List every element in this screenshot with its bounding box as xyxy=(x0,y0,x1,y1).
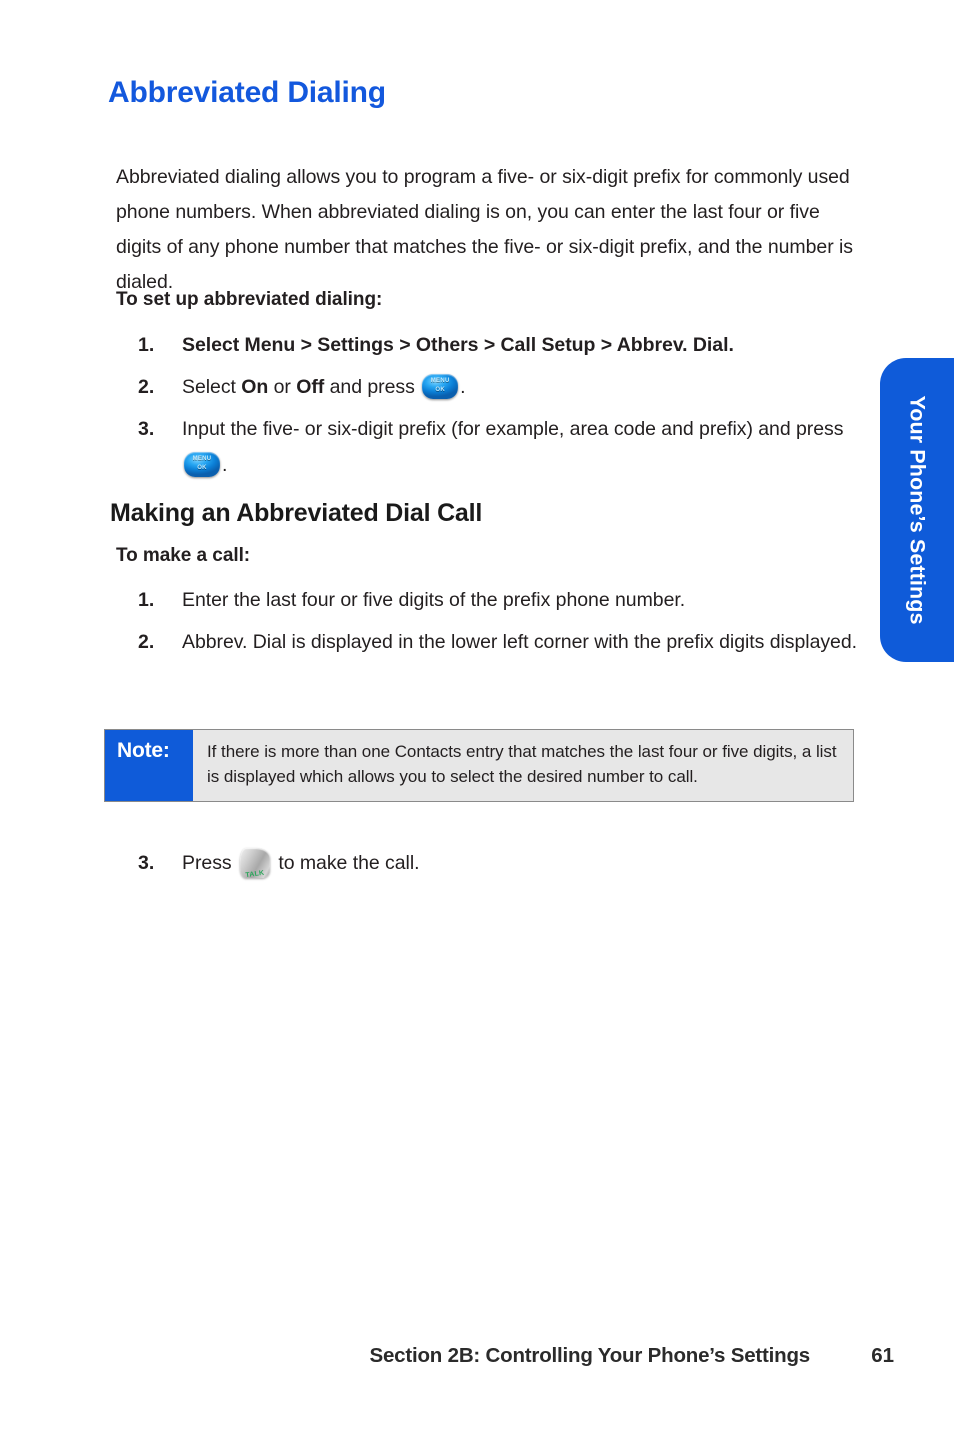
makecall-lead-text: To make a call: xyxy=(116,545,251,566)
page-title: Abbreviated Dialing xyxy=(108,76,386,109)
menu-ok-key-line1: MENU xyxy=(430,378,450,384)
list-item-text: Press TALK to make the call. xyxy=(182,845,878,881)
list-item-number: 3. xyxy=(138,852,155,874)
list-item: 1. Select Menu > Settings > Others > Cal… xyxy=(138,327,878,363)
text-fragment: to make the call. xyxy=(272,852,420,874)
text-fragment: . xyxy=(222,454,228,476)
menu-ok-key-line2: OK xyxy=(435,387,445,393)
list-item-number: 2. xyxy=(138,631,155,653)
intro-paragraph: Abbreviated dialing allows you to progra… xyxy=(116,165,853,293)
side-tab-label: Your Phone’s Settings xyxy=(905,395,930,625)
text-fragment: or xyxy=(268,376,297,398)
section-side-tab: Your Phone’s Settings xyxy=(880,358,954,662)
menu-ok-key-icon: MENU OK xyxy=(184,452,220,477)
list-item-text: Input the five- or six-digit prefix (for… xyxy=(182,411,878,483)
list-item-number: 1. xyxy=(138,589,155,611)
list-item-number: 3. xyxy=(138,418,155,440)
text-fragment: and press xyxy=(324,376,421,398)
section-subheading: Making an Abbreviated Dial Call xyxy=(110,499,483,527)
list-item-text: Abbrev. Dial is displayed in the lower l… xyxy=(182,631,858,653)
list-item: 2. Select On or Off and press MENU OK. xyxy=(138,369,878,405)
text-fragment: . xyxy=(460,376,466,398)
list-item-number: 2. xyxy=(138,376,155,398)
page-content: Abbreviated Dialing Abbreviated dialing … xyxy=(0,0,894,1431)
setup-steps-list: 1. Select Menu > Settings > Others > Cal… xyxy=(138,327,878,489)
option-off-label: Off xyxy=(296,376,325,398)
menu-ok-key-icon: MENU OK xyxy=(422,374,459,399)
note-label: Note: xyxy=(117,739,170,762)
makecall-steps-list: 1. Enter the last four or five digits of… xyxy=(138,582,878,666)
note-callout: Note: If there is more than one Contacts… xyxy=(104,729,854,802)
list-item-number: 1. xyxy=(138,334,155,356)
text-fragment: Select xyxy=(182,376,242,398)
list-item: 3. Press TALK to make the call. xyxy=(138,845,878,881)
talk-key-icon: TALK xyxy=(239,848,270,879)
list-item-text: Enter the last four or five digits of th… xyxy=(182,589,686,611)
makecall-step3-list: 3. Press TALK to make the call. xyxy=(138,845,878,887)
list-item-text: Select Menu > Settings > Others > Call S… xyxy=(182,334,734,356)
list-item-text: Select On or Off and press MENU OK. xyxy=(182,369,878,405)
note-body-cell: If there is more than one Contacts entry… xyxy=(193,730,853,801)
footer-page-number: 61 xyxy=(871,1344,894,1367)
list-item: 1. Enter the last four or five digits of… xyxy=(138,582,878,618)
menu-ok-key-line2: OK xyxy=(197,465,207,471)
menu-ok-key-line1: MENU xyxy=(192,456,212,462)
option-on-label: On xyxy=(241,376,269,398)
text-fragment: Press xyxy=(182,852,237,874)
footer-section-title: Section 2B: Controlling Your Phone’s Set… xyxy=(369,1344,810,1367)
list-item: 2. Abbrev. Dial is displayed in the lowe… xyxy=(138,624,878,660)
note-label-cell: Note: xyxy=(105,730,193,801)
note-text: If there is more than one Contacts entry… xyxy=(207,742,837,786)
list-item: 3. Input the five- or six-digit prefix (… xyxy=(138,411,878,483)
setup-lead-text: To set up abbreviated dialing: xyxy=(116,289,383,310)
manual-page: Your Phone’s Settings Abbreviated Dialin… xyxy=(0,0,954,1431)
text-fragment: Input the five- or six-digit prefix (for… xyxy=(182,418,844,440)
page-footer: Section 2B: Controlling Your Phone’s Set… xyxy=(0,1344,894,1368)
talk-key-label: TALK xyxy=(245,869,265,880)
